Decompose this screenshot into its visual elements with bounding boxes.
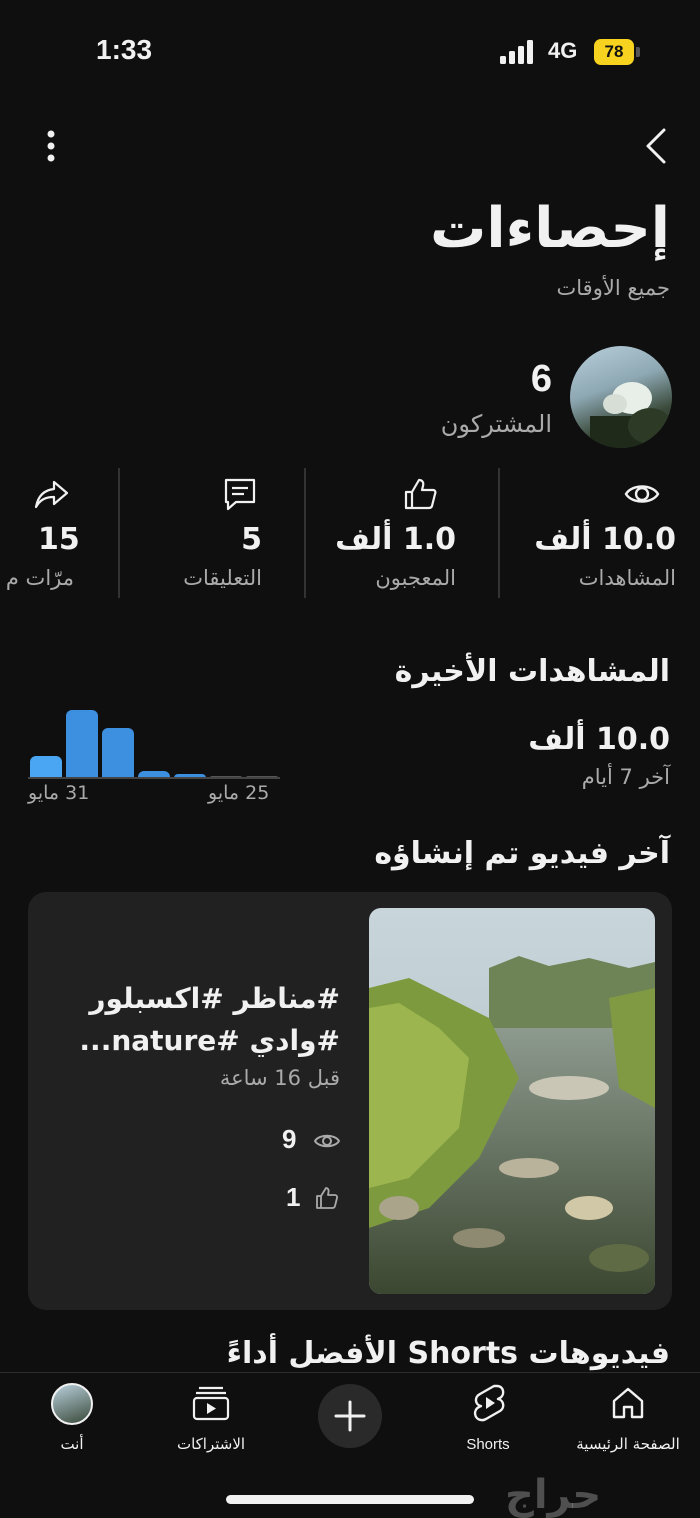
nav-shorts[interactable]: Shorts bbox=[448, 1381, 528, 1453]
more-options-icon[interactable] bbox=[36, 126, 66, 166]
nav-you-label: أنت bbox=[60, 1435, 84, 1453]
subscribers-label: المشتركون bbox=[440, 410, 552, 438]
cell-signal-icon bbox=[500, 40, 533, 64]
status-time: 1:33 bbox=[96, 34, 153, 65]
metric-label: التعليقات bbox=[183, 566, 262, 590]
chart-bar bbox=[66, 710, 98, 778]
subscribers-count: 6 bbox=[530, 358, 552, 400]
comment-icon bbox=[224, 478, 256, 511]
metric-comments[interactable]: 5 التعليقات bbox=[120, 468, 306, 600]
metric-value: 1.0 ألف bbox=[335, 522, 456, 557]
top-shorts-title: فيديوهات Shorts الأفضل أداءً bbox=[226, 1336, 670, 1371]
recent-views-title: المشاهدات الأخيرة bbox=[394, 654, 670, 689]
video-age: قبل 16 ساعة bbox=[219, 1066, 340, 1090]
video-views: 9 bbox=[282, 1124, 297, 1154]
latest-video-title: آخر فيديو تم إنشاؤه bbox=[374, 836, 670, 871]
plus-icon bbox=[334, 1400, 366, 1432]
divider bbox=[498, 468, 500, 598]
chart-bar bbox=[102, 728, 134, 778]
eye-icon bbox=[624, 485, 660, 503]
recent-views-value: 10.0 ألف bbox=[528, 722, 670, 757]
chart-end-label: 31 مايو bbox=[28, 782, 90, 804]
metric-label: المشاهدات bbox=[578, 566, 676, 590]
nav-you[interactable]: أنت bbox=[42, 1381, 102, 1453]
share-icon bbox=[34, 480, 69, 509]
video-title[interactable]: #مناظر #اكسبلور #وادي #nature... bbox=[40, 978, 340, 1062]
video-title-line-2: #وادي #nature... bbox=[79, 1024, 340, 1057]
channel-avatar[interactable] bbox=[570, 346, 672, 448]
battery-tip-icon bbox=[636, 47, 640, 57]
eye-icon bbox=[314, 1134, 340, 1148]
you-avatar bbox=[51, 1383, 93, 1425]
nav-subscriptions[interactable]: الاشتراكات bbox=[166, 1381, 256, 1453]
recent-views-chart[interactable] bbox=[28, 706, 280, 778]
recent-views-period: آخر 7 أيام bbox=[581, 765, 670, 789]
metric-value: 10.0 ألف bbox=[534, 522, 676, 557]
battery-indicator: 78 bbox=[594, 39, 634, 65]
subscriptions-icon bbox=[192, 1386, 230, 1421]
nav-home[interactable]: الصفحة الرئيسية bbox=[566, 1381, 690, 1453]
thumbs-up-icon bbox=[404, 478, 437, 510]
nav-shorts-label: Shorts bbox=[466, 1436, 510, 1453]
chart-bar bbox=[30, 756, 62, 778]
back-chevron-icon[interactable] bbox=[640, 124, 676, 168]
chart-baseline bbox=[28, 777, 280, 779]
metric-shares[interactable]: 15 مرّات م bbox=[0, 468, 110, 600]
home-icon bbox=[612, 1387, 644, 1419]
metric-label: المعجبون bbox=[375, 566, 456, 590]
video-title-line-1: #مناظر #اكسبلور bbox=[89, 982, 340, 1015]
metric-likes[interactable]: 1.0 ألف المعجبون bbox=[300, 468, 486, 600]
metric-value: 15 bbox=[38, 522, 80, 557]
nav-subscriptions-label: الاشتراكات bbox=[176, 1435, 246, 1453]
watermark-logo: حراج bbox=[505, 1472, 602, 1518]
video-thumbnail[interactable] bbox=[369, 908, 655, 1294]
shorts-icon bbox=[473, 1384, 505, 1422]
thumbs-up-icon bbox=[316, 1187, 339, 1209]
home-indicator bbox=[226, 1495, 474, 1504]
divider bbox=[118, 468, 120, 598]
page-title: إحصاءات bbox=[430, 196, 670, 261]
time-range-selector[interactable]: جميع الأوقات bbox=[557, 276, 670, 300]
video-likes: 1 bbox=[286, 1182, 301, 1212]
metric-value: 5 bbox=[241, 522, 262, 557]
metric-views[interactable]: 10.0 ألف المشاهدات bbox=[490, 468, 676, 600]
create-button[interactable] bbox=[318, 1384, 382, 1448]
network-type: 4G bbox=[548, 38, 578, 63]
metric-label: مرّات م bbox=[5, 566, 74, 590]
chart-start-label: 25 مايو bbox=[208, 782, 270, 804]
nav-home-label: الصفحة الرئيسية bbox=[576, 1435, 680, 1453]
